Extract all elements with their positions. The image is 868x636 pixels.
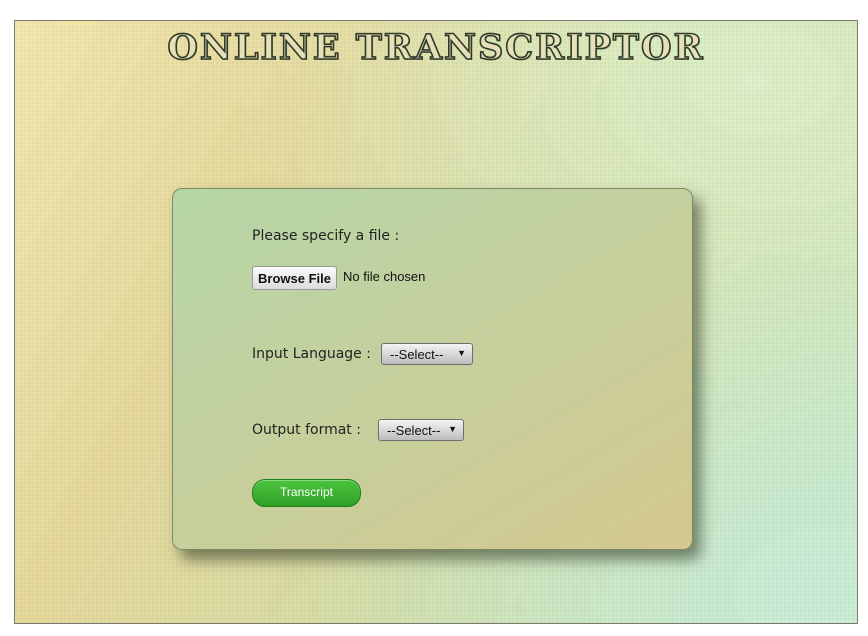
dropdown-arrow-icon: ▼	[457, 348, 466, 358]
input-language-select[interactable]: --Select-- ▼	[381, 343, 473, 365]
file-label: Please specify a file :	[252, 228, 400, 244]
output-format-select[interactable]: --Select-- ▼	[378, 419, 464, 441]
browse-file-button[interactable]: Browse File	[252, 266, 337, 290]
input-language-label: Input Language :	[252, 346, 371, 362]
output-format-label: Output format :	[252, 422, 361, 438]
page-title: ONLINE TRANSCRIPTOR	[167, 26, 705, 69]
file-status-text: No file chosen	[343, 269, 426, 284]
output-format-selected-value: --Select--	[387, 423, 441, 438]
transcript-button[interactable]: Transcript	[252, 479, 361, 507]
top-accent-bar	[55, 21, 95, 25]
input-language-selected-value: --Select--	[390, 347, 444, 362]
upload-form-panel: Please specify a file : Browse File No f…	[172, 188, 693, 550]
page-background: ONLINE TRANSCRIPTOR Please specify a fil…	[14, 20, 858, 624]
dropdown-arrow-icon: ▼	[448, 424, 457, 434]
